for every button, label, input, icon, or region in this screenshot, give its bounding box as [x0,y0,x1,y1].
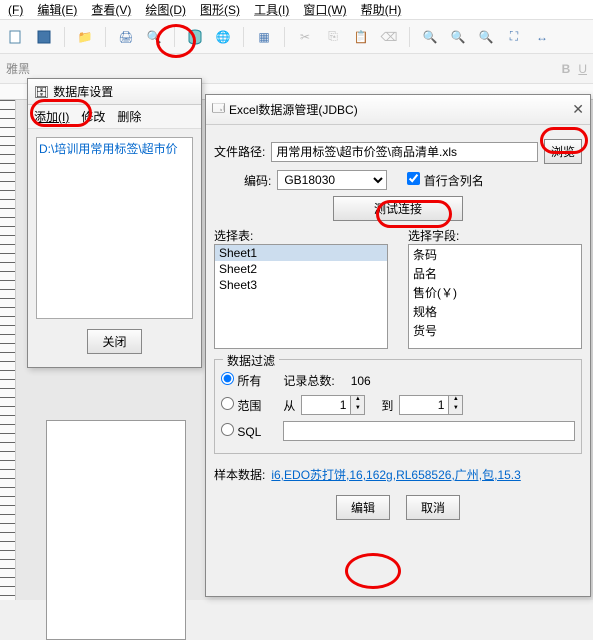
delete-icon[interactable]: ⌫ [379,27,399,47]
encoding-select[interactable]: GB18030 [277,170,387,190]
db-add-button[interactable]: 添加(I) [34,108,69,125]
db-path-list[interactable]: D:\培训用常用标签\超市价 [36,137,193,319]
edit-button[interactable]: 编辑 [336,495,390,520]
ruler-vertical [0,100,16,600]
paste-icon[interactable]: 📋 [351,27,371,47]
from-label: 从 [283,397,295,414]
print-icon[interactable]: 🖨 [116,27,136,47]
field-item-4[interactable]: 货号 [409,321,581,340]
field-item-3[interactable]: 规格 [409,302,581,321]
filter-all-radio[interactable]: 所有 [221,372,261,389]
field-item-2[interactable]: 售价(￥) [409,283,581,302]
test-connection-button[interactable]: 测试连接 [333,196,463,221]
cancel-button[interactable]: 取消 [406,495,460,520]
encoding-label: 编码: [244,172,271,189]
cut-icon[interactable]: ✂ [295,27,315,47]
select-field-label: 选择字段: [408,227,582,244]
menu-help[interactable]: 帮助(H) [361,1,402,18]
excel-dialog-titlebar: 🗔 Excel数据源管理(JDBC) ✕ [206,95,590,125]
excel-dialog-title: Excel数据源管理(JDBC) [229,101,358,118]
label-design-area[interactable] [46,420,186,640]
underline-icon[interactable]: U [578,62,587,76]
preview-icon[interactable]: 🔍 [144,27,164,47]
record-count-value: 106 [351,374,371,388]
db-dialog-title: 数据库设置 [53,83,113,100]
zoom-fit-icon[interactable]: 🔍 [476,27,496,47]
sheet-item-2[interactable]: Sheet2 [215,261,387,277]
sample-data-link[interactable]: i6,EDO苏打饼,16,162g,RL658526,广州,包,15.3 [271,466,520,483]
menu-window[interactable]: 窗口(W) [303,1,346,18]
fit-page-icon[interactable]: ⛶ [504,27,524,47]
record-count-label: 记录总数: [283,372,334,389]
select-table-label: 选择表: [214,227,388,244]
menu-file[interactable]: (F) [8,3,23,17]
menu-shape[interactable]: 图形(S) [200,1,240,18]
excel-datasource-dialog: 🗔 Excel数据源管理(JDBC) ✕ 文件路径: 浏览 编码: GB1803… [205,94,591,597]
sheet-list[interactable]: Sheet1 Sheet2 Sheet3 [214,244,388,349]
menu-tool[interactable]: 工具(I) [254,1,289,18]
db-modify-button[interactable]: 修改 [81,108,105,125]
to-spinner[interactable]: ▲▼ [399,395,463,415]
fit-width-icon[interactable]: ↔ [532,27,552,47]
field-item-1[interactable]: 品名 [409,264,581,283]
database-icon[interactable] [185,27,205,47]
db-close-button[interactable]: 关闭 [87,329,141,354]
font-select[interactable]: 雅黑 [6,60,30,77]
database-settings-dialog: 🗄 数据库设置 添加(I) 修改 删除 D:\培训用常用标签\超市价 关闭 [27,78,202,368]
field-list[interactable]: 条码 品名 售价(￥) 规格 货号 [408,244,582,349]
main-toolbar: 📁 🖨 🔍 🌐 ▦ ✂ ⎘ 📋 ⌫ 🔍 🔍 🔍 ⛶ ↔ [0,20,593,54]
db-path-item[interactable]: D:\培训用常用标签\超市价 [39,140,190,157]
filter-legend: 数据过滤 [223,352,279,369]
sample-data-label: 样本数据: [214,466,265,483]
copy-icon[interactable]: ⎘ [323,27,343,47]
sql-input[interactable] [283,421,575,441]
menubar: (F) 编辑(E) 查看(V) 绘图(D) 图形(S) 工具(I) 窗口(W) … [0,0,593,20]
data-filter-group: 数据过滤 所有 记录总数: 106 范围 从 ▲▼ 到 ▲▼ SQL [214,359,582,454]
globe-icon[interactable]: 🌐 [213,27,233,47]
new-icon[interactable] [6,27,26,47]
file-path-label: 文件路径: [214,143,265,160]
first-row-checkbox[interactable]: 首行含列名 [407,172,483,189]
bold-icon[interactable]: B [562,62,571,76]
zoom-in-icon[interactable]: 🔍 [420,27,440,47]
zoom-out-icon[interactable]: 🔍 [448,27,468,47]
filter-sql-radio[interactable]: SQL [221,423,261,439]
grid-icon[interactable]: ▦ [254,27,274,47]
db-dialog-toolbar: 添加(I) 修改 删除 [28,105,201,129]
file-path-input[interactable] [271,142,538,162]
settings-icon: 🗄 [34,85,49,99]
field-item-0[interactable]: 条码 [409,245,581,264]
from-spinner[interactable]: ▲▼ [301,395,365,415]
open-icon[interactable]: 📁 [75,27,95,47]
browse-button[interactable]: 浏览 [544,139,582,164]
menu-draw[interactable]: 绘图(D) [145,1,186,18]
save-icon[interactable] [34,27,54,47]
excel-icon: 🗔 [212,99,225,120]
filter-range-radio[interactable]: 范围 [221,397,261,414]
sheet-item-1[interactable]: Sheet1 [215,245,387,261]
menu-view[interactable]: 查看(V) [91,1,131,18]
db-dialog-titlebar: 🗄 数据库设置 [28,79,201,105]
close-icon[interactable]: ✕ [572,101,584,118]
to-label: 到 [381,397,393,414]
db-delete-button[interactable]: 删除 [117,108,141,125]
menu-edit[interactable]: 编辑(E) [37,1,77,18]
sheet-item-3[interactable]: Sheet3 [215,277,387,293]
